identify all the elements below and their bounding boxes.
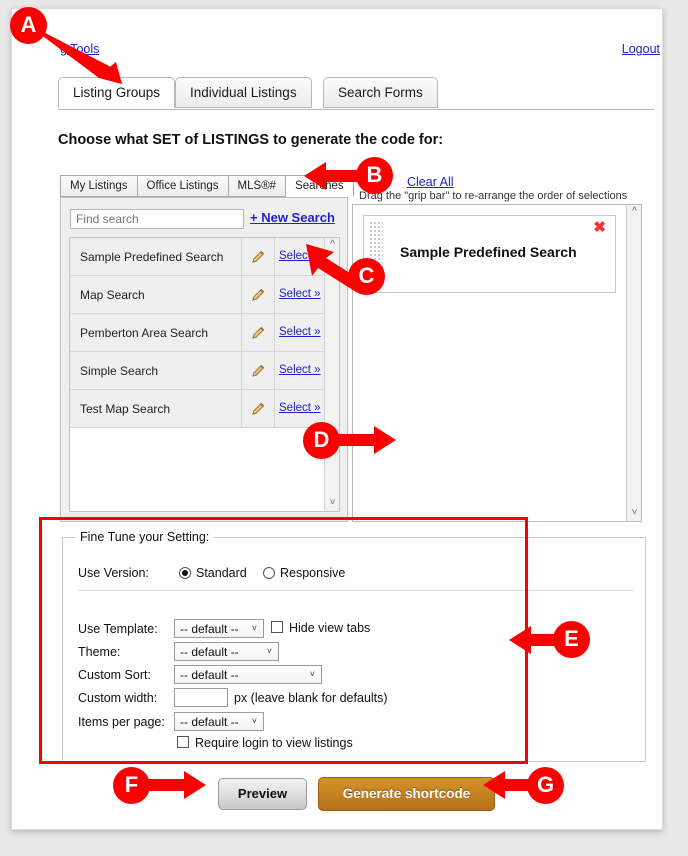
hide-view-tabs-label: Hide view tabs: [289, 621, 371, 635]
radio-responsive-label: Responsive: [280, 566, 346, 580]
selected-search-title: Sample Predefined Search: [400, 244, 577, 260]
table-row[interactable]: Pemberton Area Search Select »: [70, 314, 339, 352]
annotation-badge-b: B: [356, 157, 393, 194]
edit-cell[interactable]: [241, 314, 275, 351]
clear-all-link[interactable]: Clear All: [407, 175, 454, 189]
subtab-searches[interactable]: Searches: [286, 175, 354, 197]
search-name: Map Search: [80, 288, 145, 302]
preview-button[interactable]: Preview: [218, 778, 307, 810]
tab-search-forms[interactable]: Search Forms: [323, 77, 438, 108]
custom-width-suffix: px (leave blank for defaults): [234, 691, 388, 705]
annotation-badge-a: A: [10, 7, 47, 44]
use-template-select[interactable]: -- default -- ˅: [174, 619, 264, 638]
radio-responsive[interactable]: [263, 567, 275, 579]
list-empty-area: [70, 428, 339, 511]
pencil-icon[interactable]: [251, 287, 266, 302]
custom-sort-select[interactable]: -- default -- ˅: [174, 665, 322, 684]
top-links: g Tools Logout: [60, 42, 660, 62]
select-link-row-4[interactable]: Select »: [279, 402, 321, 414]
edit-cell[interactable]: [241, 352, 275, 389]
radio-standard[interactable]: [179, 567, 191, 579]
chevron-down-icon: ˅: [251, 623, 257, 633]
chevron-down-icon: ˅: [251, 716, 257, 726]
theme-label: Theme:: [78, 645, 121, 659]
table-row[interactable]: Sample Predefined Search Select »: [70, 238, 339, 276]
hide-view-tabs-checkbox[interactable]: [271, 621, 283, 633]
edit-cell[interactable]: [241, 390, 275, 427]
annotation-badge-e: E: [553, 621, 590, 658]
chevron-down-icon: ˅: [266, 646, 272, 656]
logout-link[interactable]: Logout: [622, 42, 660, 56]
chevron-down-icon: ˅: [309, 669, 315, 679]
close-icon[interactable]: ✖: [593, 220, 606, 235]
custom-sort-label: Custom Sort:: [78, 668, 151, 682]
annotation-badge-d: D: [303, 422, 340, 459]
select-link-row-2[interactable]: Select »: [279, 326, 321, 338]
custom-width-label: Custom width:: [78, 691, 158, 705]
list-item[interactable]: Sample Predefined Search ✖: [363, 215, 616, 293]
search-list[interactable]: Sample Predefined Search Select » Map Se…: [69, 237, 340, 512]
search-picker-panel: + New Search Sample Predefined Search Se…: [60, 197, 348, 522]
pencil-icon[interactable]: [251, 401, 266, 416]
theme-value: -- default --: [180, 645, 239, 659]
pencil-icon[interactable]: [251, 249, 266, 264]
tab-listing-groups[interactable]: Listing Groups: [58, 77, 176, 108]
select-cell[interactable]: Select »: [274, 314, 325, 351]
table-row[interactable]: Map Search Select »: [70, 276, 339, 314]
custom-sort-value: -- default --: [180, 668, 239, 682]
edit-cell[interactable]: [241, 238, 275, 275]
scroll-up-icon[interactable]: ^: [325, 238, 339, 253]
selection-panel[interactable]: Sample Predefined Search ✖ ^ ˅: [352, 204, 642, 522]
scroll-down-icon[interactable]: ˅: [627, 506, 642, 521]
select-cell[interactable]: Select »: [274, 238, 325, 275]
pencil-icon[interactable]: [251, 325, 266, 340]
tab-individual-listings[interactable]: Individual Listings: [175, 77, 312, 108]
generate-shortcode-button[interactable]: Generate shortcode: [318, 777, 495, 811]
new-search-link[interactable]: + New Search: [250, 210, 335, 225]
require-login-checkbox[interactable]: [177, 736, 189, 748]
page-heading: Choose what SET of LISTINGS to generate …: [58, 132, 444, 148]
scroll-up-icon[interactable]: ^: [627, 205, 642, 220]
search-input[interactable]: [70, 209, 244, 229]
table-row[interactable]: Simple Search Select »: [70, 352, 339, 390]
subtab-mls-number[interactable]: MLS®#: [228, 175, 287, 197]
search-name: Sample Predefined Search: [80, 250, 224, 264]
table-row[interactable]: Test Map Search Select »: [70, 390, 339, 428]
subtab-office-listings[interactable]: Office Listings: [137, 175, 229, 197]
scroll-down-icon[interactable]: ˅: [325, 496, 339, 511]
page-card: g Tools Logout Listing Groups Individual…: [11, 8, 663, 830]
pencil-icon[interactable]: [251, 363, 266, 378]
custom-width-input[interactable]: [174, 688, 228, 707]
annotation-badge-f: F: [113, 767, 150, 804]
select-cell[interactable]: Select »: [274, 276, 325, 313]
selection-panel-scrollbar[interactable]: ^ ˅: [626, 205, 641, 521]
radio-standard-label: Standard: [196, 566, 247, 580]
select-link-row-1[interactable]: Select »: [279, 288, 321, 300]
use-version-label: Use Version:: [78, 566, 149, 580]
items-per-page-select[interactable]: -- default -- ˅: [174, 712, 264, 731]
search-name: Test Map Search: [80, 402, 171, 416]
items-per-page-value: -- default --: [180, 715, 239, 729]
search-name: Simple Search: [80, 364, 159, 378]
select-cell[interactable]: Select »: [274, 352, 325, 389]
search-name: Pemberton Area Search: [80, 326, 209, 340]
fine-tune-legend: Fine Tune your Setting:: [75, 530, 215, 544]
subtab-my-listings[interactable]: My Listings: [60, 175, 138, 197]
items-per-page-label: Items per page:: [78, 715, 165, 729]
search-list-scrollbar[interactable]: ^ ˅: [324, 238, 339, 511]
grip-hint-text: Drag the "grip bar" to re-arrange the or…: [359, 190, 628, 202]
edit-cell[interactable]: [241, 276, 275, 313]
select-link-row-0[interactable]: Select »: [279, 250, 321, 262]
theme-select[interactable]: -- default -- ˅: [174, 642, 279, 661]
select-link-row-3[interactable]: Select »: [279, 364, 321, 376]
annotation-badge-c: C: [348, 258, 385, 295]
tools-link[interactable]: g Tools: [60, 42, 99, 56]
annotation-badge-g: G: [527, 767, 564, 804]
use-template-label: Use Template:: [78, 622, 158, 636]
divider: [77, 590, 633, 591]
require-login-label: Require login to view listings: [195, 736, 353, 750]
sub-tabstrip: My Listings Office Listings MLS®# Search…: [60, 175, 354, 197]
main-tabstrip: Listing Groups Individual Listings Searc…: [58, 77, 654, 110]
use-template-value: -- default --: [180, 622, 239, 636]
